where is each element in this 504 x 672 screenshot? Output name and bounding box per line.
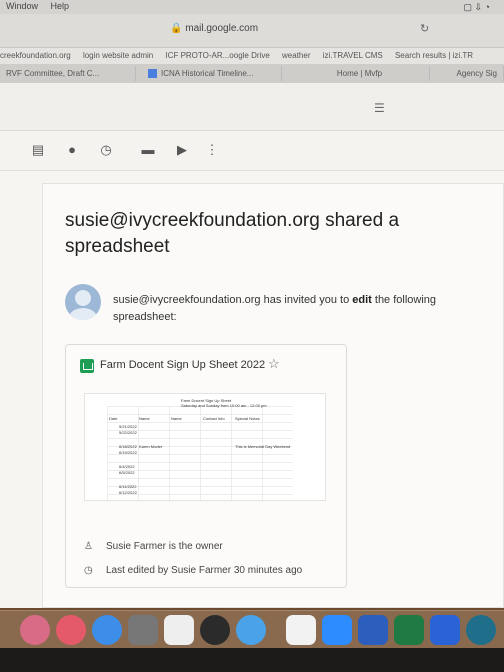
app-store-icon[interactable] xyxy=(92,615,122,645)
sender-email: susie@ivycreekfoundation.org xyxy=(113,294,261,306)
bookmark-item[interactable]: weather xyxy=(282,51,310,60)
url-field[interactable]: 🔒 mail.google.com xyxy=(170,23,258,34)
bookmarks-bar: creekfoundation.org login website admin … xyxy=(0,48,504,64)
archive-icon[interactable]: ▤ xyxy=(30,142,46,158)
bookmark-item[interactable]: creekfoundation.org xyxy=(0,51,71,60)
reload-icon[interactable]: ↻ xyxy=(420,22,429,35)
email-heading: susie@ivycreekfoundation.org shared a sp… xyxy=(65,210,400,257)
preview-date: 6/11/2022 xyxy=(119,484,137,489)
clock-icon[interactable]: ◷ xyxy=(98,142,114,158)
address-bar: 🔒 mail.google.com ↻ xyxy=(0,14,504,48)
star-icon[interactable]: ☆ xyxy=(268,356,280,372)
browser-icon[interactable] xyxy=(466,615,496,645)
menu-bar: Window Help ▢ ⇩ ◔ xyxy=(0,0,504,14)
sheet-preview[interactable]: Farm Docent Sign Up Sheet Saturday and S… xyxy=(84,393,326,501)
person-icon: ♙ xyxy=(84,541,93,552)
settings-icon[interactable] xyxy=(128,615,158,645)
preview-header: Date xyxy=(109,416,118,421)
history-icon: ◷ xyxy=(84,565,93,576)
email-body: susie@ivycreekfoundation.org shared a sp… xyxy=(0,171,504,608)
preview-date: 6/19/2022 xyxy=(119,450,137,455)
photos-icon[interactable] xyxy=(20,615,50,645)
preview-header: Contact Info xyxy=(203,416,225,421)
preview-subtitle: Saturday and Sunday from 10:00 am - 12:0… xyxy=(181,403,267,408)
dock-area xyxy=(0,608,504,672)
label-icon[interactable]: ▶ xyxy=(174,142,190,158)
bookmark-item[interactable]: login website admin xyxy=(83,51,153,60)
owner-text: Susie Farmer is the owner xyxy=(106,541,223,552)
chrome-icon[interactable] xyxy=(200,615,230,645)
menu-window[interactable]: Window xyxy=(6,1,38,11)
preview-app-icon[interactable] xyxy=(164,615,194,645)
menu-help[interactable]: Help xyxy=(51,1,70,11)
tab-icna[interactable]: ICNA Historical Timeline... xyxy=(142,66,282,81)
preview-header: Name xyxy=(171,416,182,421)
preview-date: 6/12/2022 xyxy=(119,490,137,495)
preview-note: This is Memorial Day Weekend xyxy=(235,444,291,449)
preview-date: 6/18/2022 xyxy=(119,444,137,449)
bookmark-item[interactable]: izi.TRAVEL CMS xyxy=(323,51,383,60)
invite-text: susie@ivycreekfoundation.org has invited… xyxy=(113,294,437,323)
url-text: mail.google.com xyxy=(185,23,259,34)
preview-name: Karen Moder xyxy=(139,444,163,449)
docs-icon xyxy=(148,69,157,79)
folder-icon[interactable]: ▬ xyxy=(140,142,156,158)
tab-rvf[interactable]: RVF Committee, Draft C... xyxy=(0,66,136,81)
preview-date: 5/21/2022 xyxy=(119,424,137,429)
gmail-header: ☰ xyxy=(0,83,504,131)
edited-text: Last edited by Susie Farmer 30 minutes a… xyxy=(106,565,303,576)
preview-date: 6/4/2022 xyxy=(119,464,135,469)
file-name[interactable]: Farm Docent Sign Up Sheet 2022 xyxy=(100,359,265,371)
zoom-icon[interactable] xyxy=(322,615,352,645)
avatar xyxy=(65,284,101,320)
bookmark-item[interactable]: Search results | izi.TR xyxy=(395,51,473,60)
dock xyxy=(0,610,504,648)
report-icon[interactable]: ● xyxy=(64,142,80,158)
preview-header: Special Notes xyxy=(235,416,260,421)
filter-icon[interactable]: ☰ xyxy=(374,101,385,115)
edit-permission: edit xyxy=(352,294,372,306)
preview-header: Name xyxy=(139,416,150,421)
owner-line: ♙ Susie Farmer is the owner xyxy=(84,541,223,552)
messages-icon[interactable] xyxy=(236,615,266,645)
excel-icon[interactable] xyxy=(394,615,424,645)
email-toolbar: ▤ ● ◷ ▬ ▶ ⋮ xyxy=(0,131,504,171)
status-icons: ▢ ⇩ ◔ xyxy=(463,2,490,12)
file-card[interactable]: Farm Docent Sign Up Sheet 2022 ☆ Farm Do… xyxy=(65,344,347,588)
tab-agency[interactable]: Agency Sig xyxy=(440,66,504,81)
preview-date: 6/5/2022 xyxy=(119,470,135,475)
tab-strip: RVF Committee, Draft C... ICNA Historica… xyxy=(0,64,504,83)
share-card: susie@ivycreekfoundation.org shared a sp… xyxy=(42,183,504,608)
more-icon[interactable]: ⋮ xyxy=(204,142,220,158)
word-icon[interactable] xyxy=(358,615,388,645)
music-icon[interactable] xyxy=(56,615,86,645)
sheets-icon xyxy=(80,359,94,373)
preview-date: 5/22/2022 xyxy=(119,430,137,435)
dropbox-icon[interactable] xyxy=(430,615,460,645)
edited-line: ◷ Last edited by Susie Farmer 30 minutes … xyxy=(84,565,302,576)
tab-home[interactable]: Home | Mvfp xyxy=(290,66,430,81)
bookmark-item[interactable]: ICF PROTO-AR...oogle Drive xyxy=(165,51,269,60)
laptop-bezel xyxy=(0,648,504,672)
acrobat-icon[interactable] xyxy=(286,615,316,645)
